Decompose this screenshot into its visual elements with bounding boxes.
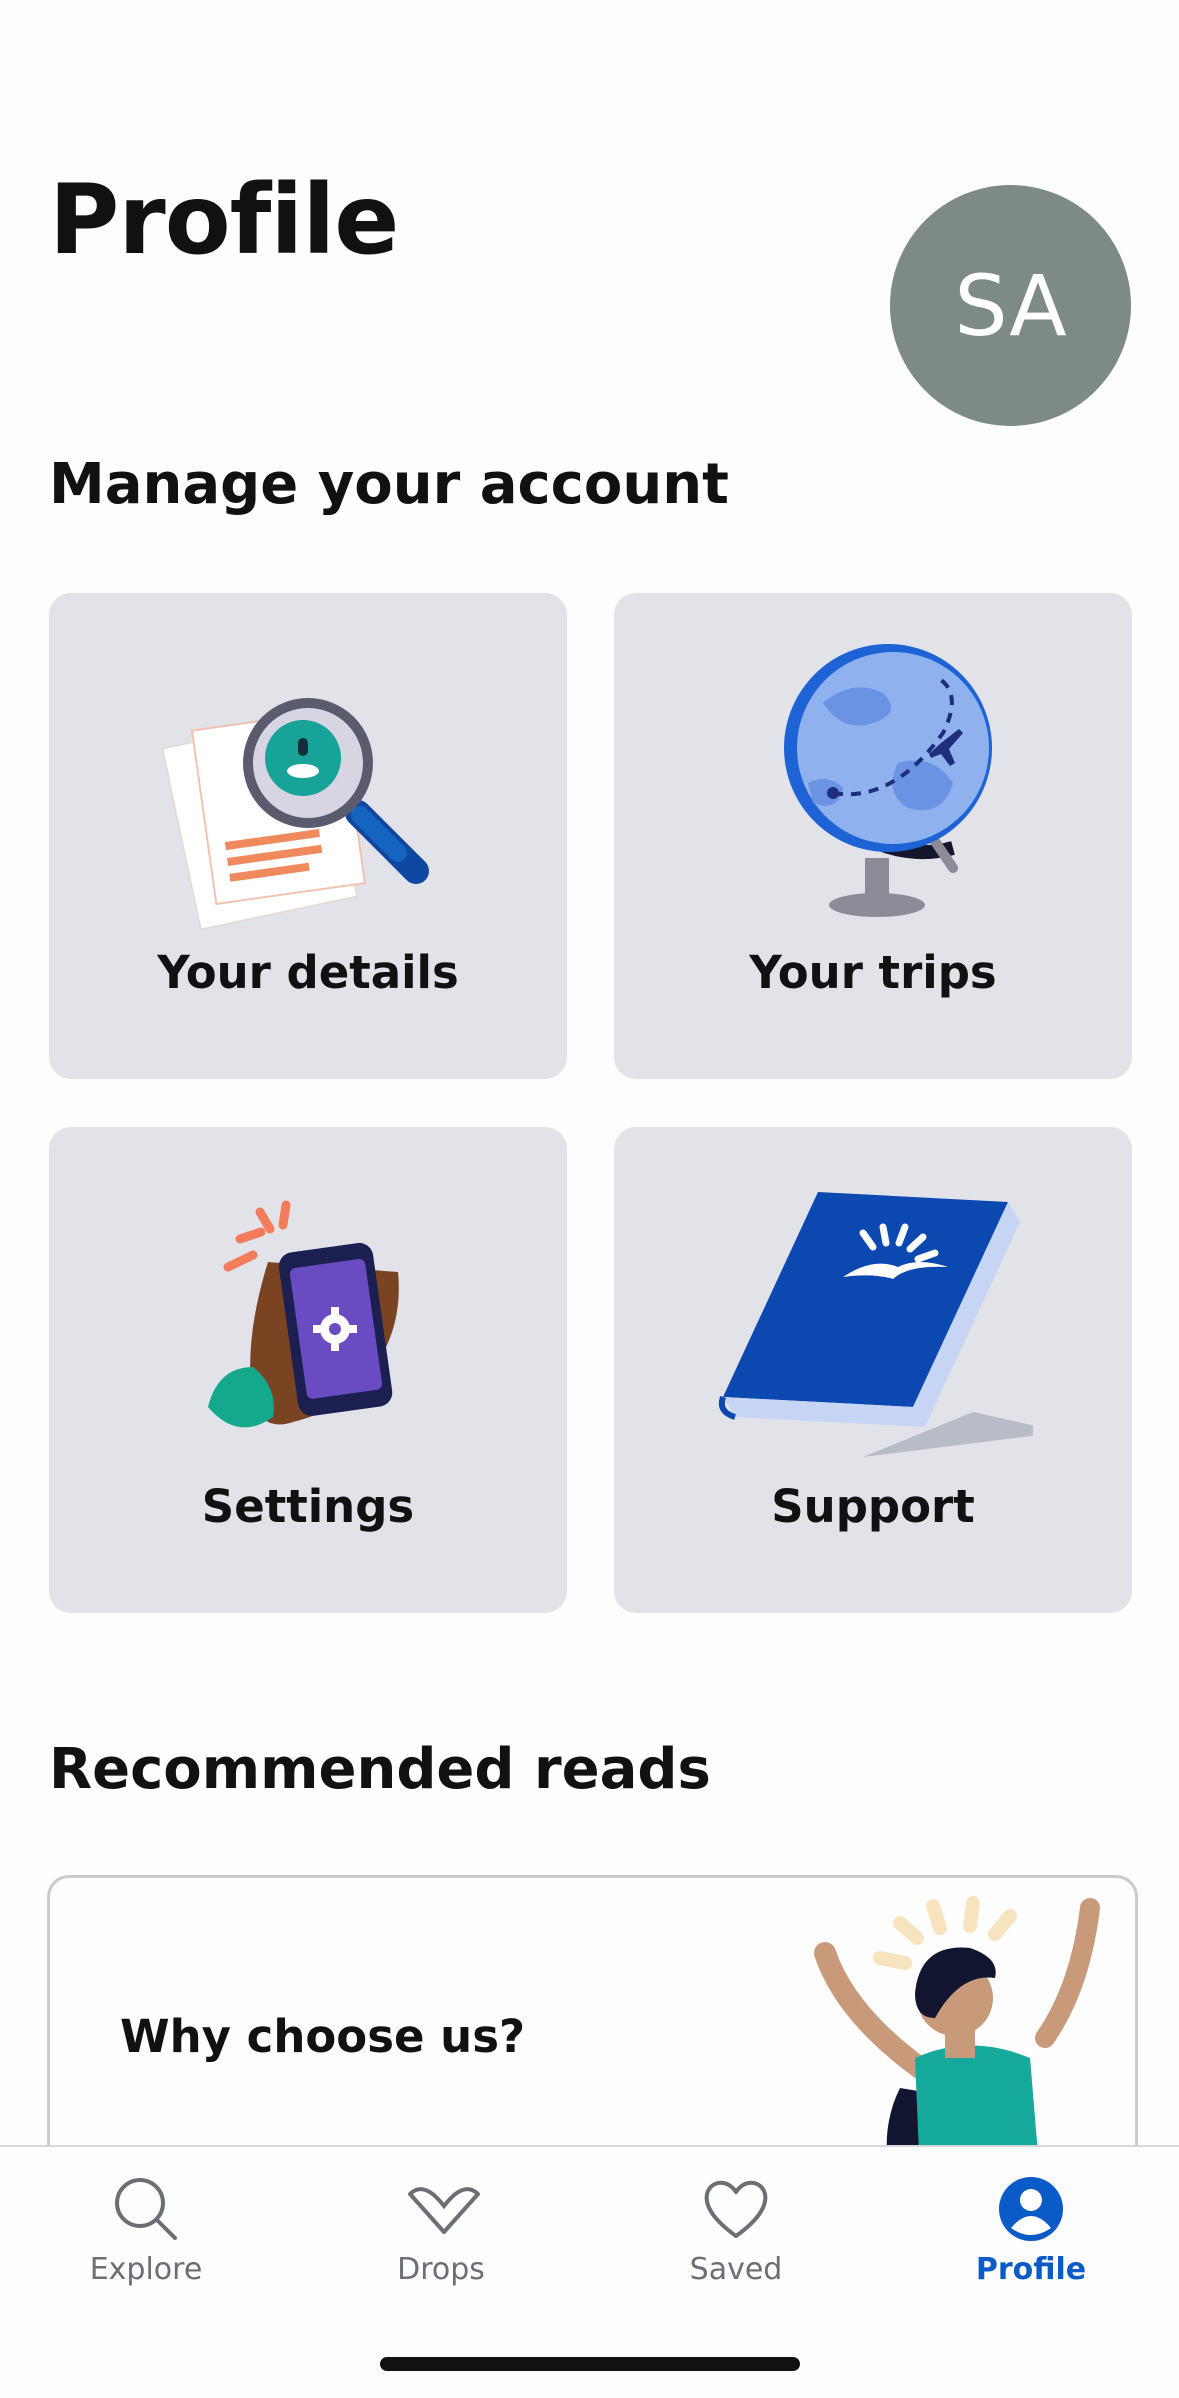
settings-label: Settings — [201, 1480, 415, 1533]
your-details-label: Your details — [157, 946, 459, 999]
tab-profile-label: Profile — [975, 2252, 1087, 2287]
tab-drops-label: Drops — [397, 2252, 485, 2287]
settings-tile[interactable]: Settings — [49, 1127, 567, 1613]
read-card-title: Why choose us? — [120, 2010, 526, 2063]
profile-icon — [999, 2177, 1063, 2241]
your-details-tile[interactable]: Your details — [49, 593, 567, 1079]
tab-explore-label: Explore — [89, 2252, 203, 2287]
avatar[interactable]: SA — [890, 185, 1131, 426]
search-icon — [115, 2178, 177, 2240]
drops-icon — [408, 2187, 480, 2234]
heart-icon — [704, 2180, 768, 2238]
recommended-read-card[interactable]: Why choose us? — [47, 1875, 1138, 2178]
page-title: Profile — [49, 164, 399, 276]
tab-profile[interactable]: Profile — [911, 2147, 1151, 2297]
tab-saved-label: Saved — [689, 2252, 783, 2287]
cheering-person-illustration — [814, 1896, 1100, 2178]
your-trips-label: Your trips — [749, 946, 997, 999]
manage-account-heading: Manage your account — [49, 452, 729, 517]
tab-explore[interactable]: Explore — [26, 2147, 266, 2297]
globe-icon — [784, 644, 992, 917]
document-magnifier-icon — [161, 698, 429, 931]
support-label: Support — [771, 1480, 975, 1533]
home-indicator — [380, 2357, 800, 2371]
tab-saved[interactable]: Saved — [616, 2147, 856, 2297]
avatar-initials: SA — [954, 256, 1067, 355]
phone-settings-icon — [208, 1200, 399, 1428]
tab-drops[interactable]: Drops — [321, 2147, 561, 2297]
book-icon — [718, 1192, 1033, 1457]
your-trips-tile[interactable]: Your trips — [614, 593, 1132, 1079]
recommended-reads-heading: Recommended reads — [49, 1737, 711, 1802]
support-tile[interactable]: Support — [614, 1127, 1132, 1613]
